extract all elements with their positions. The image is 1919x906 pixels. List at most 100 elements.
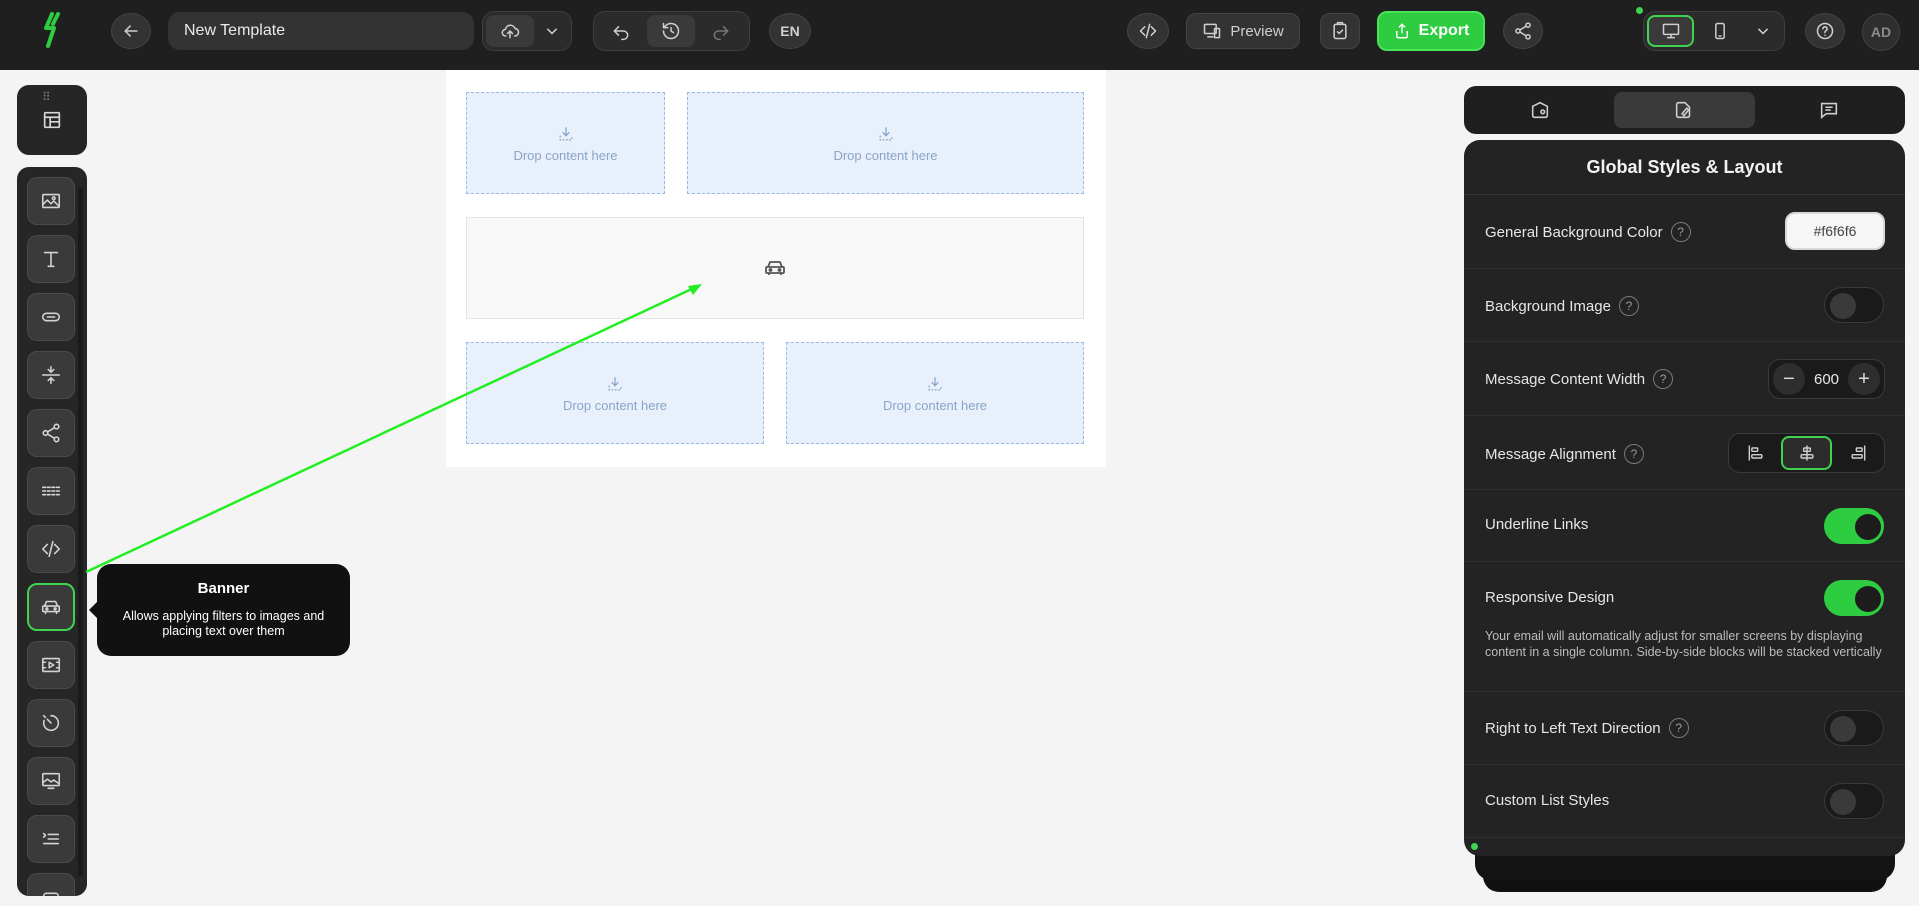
bg-color-input[interactable]: #f6f6f6	[1785, 212, 1885, 250]
align-left-button[interactable]	[1732, 436, 1779, 470]
download-icon	[559, 126, 572, 140]
arrow-left-icon	[124, 25, 138, 37]
responsive-design-toggle[interactable]	[1824, 580, 1884, 616]
content-width-value[interactable]: 600	[1814, 371, 1839, 388]
desktop-view-button[interactable]	[1647, 15, 1695, 47]
bg-image-toggle[interactable]	[1824, 287, 1884, 323]
help-icon[interactable]: ?	[1618, 296, 1639, 316]
list-styles-toggle[interactable]	[1824, 783, 1884, 819]
drop-zone-label: Drop content here	[882, 397, 988, 413]
device-dropdown-button[interactable]	[1746, 15, 1781, 47]
text-icon	[43, 251, 59, 268]
chevron-down-icon	[1758, 28, 1769, 35]
tool-text[interactable]	[27, 235, 75, 283]
clipboard-check-icon	[1333, 21, 1347, 40]
upload-share-icon	[1395, 23, 1408, 39]
row-label: Message Alignment	[1485, 445, 1616, 463]
template-name-input[interactable]: New Template	[168, 12, 474, 50]
export-button[interactable]: Export	[1377, 11, 1485, 51]
mobile-view-button[interactable]	[1696, 15, 1743, 47]
row-alignment: Message Alignment ?	[1464, 416, 1905, 490]
tool-more[interactable]	[27, 873, 75, 896]
row-label: General Background Color	[1485, 223, 1663, 241]
help-icon[interactable]: ?	[1668, 718, 1689, 738]
back-button[interactable]	[111, 13, 151, 49]
underline-links-toggle[interactable]	[1824, 508, 1884, 544]
increment-button[interactable]: +	[1848, 363, 1880, 395]
tool-menu[interactable]	[27, 815, 75, 863]
download-icon	[928, 376, 942, 390]
history-icon	[662, 22, 680, 40]
tab-block-settings[interactable]	[1470, 92, 1610, 128]
settings-card-icon	[1532, 101, 1549, 119]
drop-zone[interactable]: Drop content here	[466, 342, 764, 444]
user-avatar[interactable]: AD	[1862, 13, 1900, 51]
help-circle-icon	[1816, 22, 1834, 40]
toolbar-scrollbar[interactable]	[78, 187, 83, 877]
language-button[interactable]: EN	[769, 13, 811, 49]
block-tooltip: Banner Allows applying filters to images…	[89, 564, 350, 656]
drag-handle-icon[interactable]: ⠿	[42, 90, 52, 104]
row-label: Background Image	[1485, 297, 1611, 315]
drop-zone[interactable]: Drop content here	[466, 92, 665, 194]
rtl-toggle[interactable]	[1824, 710, 1884, 746]
tool-video[interactable]	[27, 641, 75, 689]
tool-banner[interactable]	[27, 583, 75, 631]
divider-icon	[41, 486, 61, 496]
decrement-button[interactable]: −	[1773, 363, 1805, 395]
align-left-icon	[1748, 445, 1763, 461]
cloud-upload-icon	[501, 24, 520, 39]
align-right-button[interactable]	[1834, 436, 1881, 470]
version-history-button[interactable]	[647, 15, 695, 47]
test-button[interactable]	[1320, 13, 1360, 49]
download-icon	[879, 126, 892, 140]
save-dropdown-button[interactable]	[536, 15, 568, 47]
align-center-icon	[1799, 445, 1814, 461]
share-button[interactable]	[1503, 13, 1543, 49]
tab-comments[interactable]	[1759, 92, 1899, 128]
help-icon[interactable]: ?	[1653, 369, 1674, 389]
preview-button[interactable]: Preview	[1186, 13, 1300, 49]
help-icon[interactable]: ?	[1623, 444, 1644, 464]
tab-global-styles[interactable]	[1614, 92, 1755, 128]
menu-list-icon	[42, 832, 60, 845]
panel-title: Global Styles & Layout	[1464, 140, 1905, 195]
save-cloud-button[interactable]	[486, 15, 534, 47]
drop-zone[interactable]: Drop content here	[687, 92, 1084, 194]
row-content-width: Message Content Width ? − 600 +	[1464, 342, 1905, 416]
drop-zone[interactable]: Drop content here	[786, 342, 1084, 444]
help-button[interactable]	[1805, 13, 1845, 49]
library-button[interactable]	[17, 85, 87, 155]
drop-zone-label: Drop content here	[833, 147, 938, 163]
image-icon	[41, 193, 61, 209]
drop-zone-label: Drop content here	[513, 147, 618, 163]
help-icon[interactable]: ?	[1670, 222, 1691, 242]
tool-image[interactable]	[27, 177, 75, 225]
status-dot	[1471, 843, 1478, 850]
tool-image-slider[interactable]	[27, 757, 75, 805]
undo-button[interactable]	[597, 15, 645, 47]
row-rtl: Right to Left Text Direction ?	[1464, 692, 1905, 765]
row-bg-image: Background Image ?	[1464, 269, 1905, 342]
tool-social[interactable]	[27, 409, 75, 457]
tool-divider[interactable]	[27, 467, 75, 515]
tool-button[interactable]	[27, 293, 75, 341]
tool-spacer[interactable]	[27, 351, 75, 399]
slider-icon	[41, 772, 61, 790]
banner-block[interactable]	[466, 217, 1084, 319]
align-right-icon	[1850, 445, 1865, 461]
tooltip-title: Banner	[197, 580, 250, 597]
email-canvas: Drop content here Drop content here Drop…	[446, 70, 1106, 467]
app-logo[interactable]	[38, 10, 70, 50]
code-view-button[interactable]	[1127, 13, 1169, 49]
redo-button[interactable]	[697, 15, 745, 47]
row-label: Underline Links	[1485, 516, 1589, 533]
preview-label: Preview	[1230, 22, 1284, 40]
tool-html[interactable]	[27, 525, 75, 573]
spacer-icon	[41, 365, 61, 385]
tool-timer[interactable]	[27, 699, 75, 747]
chevron-down-icon	[547, 28, 557, 35]
alignment-selector	[1728, 433, 1885, 473]
comment-icon	[1820, 102, 1837, 119]
align-center-button[interactable]	[1781, 436, 1832, 470]
